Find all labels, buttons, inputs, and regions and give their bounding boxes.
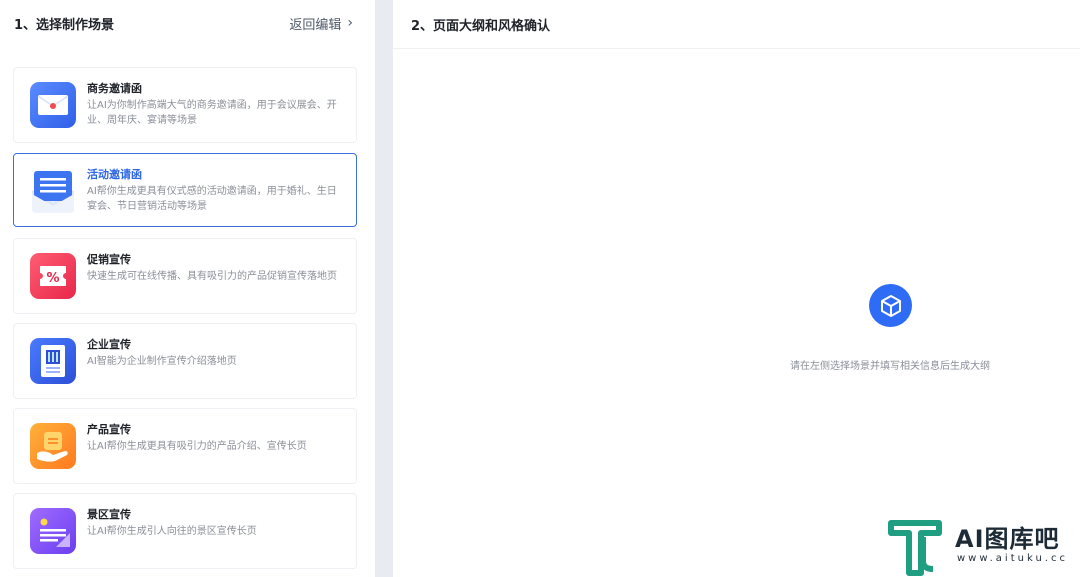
outline-panel-title: 2、页面大纲和风格确认 <box>411 18 551 34</box>
building-document-icon <box>30 338 76 384</box>
card-title: 促销宣传 <box>87 253 131 266</box>
envelope-icon <box>30 82 76 128</box>
outline-panel-header: 2、页面大纲和风格确认 <box>393 0 1080 49</box>
scene-card-promotion[interactable]: % 促销宣传 快速生成可在线传播、具有吸引力的产品促销宣传落地页 <box>13 238 357 314</box>
scene-card-event-invitation[interactable]: 活动邀请函 AI帮你生成更具有仪式感的活动邀请函，用于婚礼、生日宴会、节日营销活… <box>13 153 357 227</box>
document-envelope-icon <box>30 168 76 214</box>
scene-card-product[interactable]: 产品宣传 让AI帮你生成更具有吸引力的产品介绍、宣传长页 <box>13 408 357 484</box>
card-description: 让AI帮你生成更具有吸引力的产品介绍、宣传长页 <box>87 441 307 452</box>
card-title: 商务邀请函 <box>87 82 142 95</box>
scene-card-business-invitation[interactable]: 商务邀请函 让AI为你制作高端大气的商务邀请函，用于会议展会、开业、周年庆、宴请… <box>13 67 357 143</box>
percent-coupon-icon: % <box>30 253 76 299</box>
card-description: AI帮你生成更具有仪式感的活动邀请函，用于婚礼、生日宴会、节日营销活动等场景 <box>87 186 337 212</box>
outline-panel: 2、页面大纲和风格确认 请在左侧选择场景并填写相关信息后生成大纲 AI图库吧 w… <box>393 0 1080 577</box>
watermark-url: www.aituku.cc <box>957 553 1068 564</box>
card-description: AI智能为企业制作宣传介绍落地页 <box>87 356 237 367</box>
watermark-name: AI图库吧 <box>955 525 1060 553</box>
scene-card-enterprise[interactable]: 企业宣传 AI智能为企业制作宣传介绍落地页 <box>13 323 357 399</box>
empty-state-hint: 请在左侧选择场景并填写相关信息后生成大纲 <box>790 361 990 372</box>
card-title: 活动邀请函 <box>87 168 142 181</box>
watermark: AI图库吧 www.aituku.cc <box>887 515 1072 577</box>
back-to-edit-link[interactable]: 返回编辑 › <box>289 14 353 33</box>
scenery-page-icon <box>30 508 76 554</box>
scene-panel: 1、选择制作场景 返回编辑 › 商务邀请函 让AI为你制作高端大气的商务邀请函，… <box>0 0 375 577</box>
product-box-icon <box>30 423 76 469</box>
watermark-logo-icon <box>888 520 942 576</box>
scene-panel-header: 1、选择制作场景 返回编辑 › <box>0 0 375 46</box>
panel-divider <box>375 0 393 577</box>
scene-card-scenic[interactable]: 景区宣传 让AI帮你生成引人向往的景区宣传长页 <box>13 493 357 569</box>
scene-panel-title: 1、选择制作场景 <box>14 17 115 33</box>
card-title: 企业宣传 <box>87 338 131 351</box>
back-to-edit-label: 返回编辑 <box>289 17 342 33</box>
cube-icon <box>869 284 912 327</box>
card-description: 让AI帮你生成引人向往的景区宣传长页 <box>87 526 257 537</box>
card-description: 快速生成可在线传播、具有吸引力的产品促销宣传落地页 <box>87 271 337 282</box>
card-title: 景区宣传 <box>87 508 131 521</box>
svg-text:%: % <box>46 271 59 286</box>
card-description: 让AI为你制作高端大气的商务邀请函，用于会议展会、开业、周年庆、宴请等场景 <box>87 100 337 126</box>
card-title: 产品宣传 <box>87 423 131 436</box>
chevron-right-icon: › <box>347 15 353 31</box>
